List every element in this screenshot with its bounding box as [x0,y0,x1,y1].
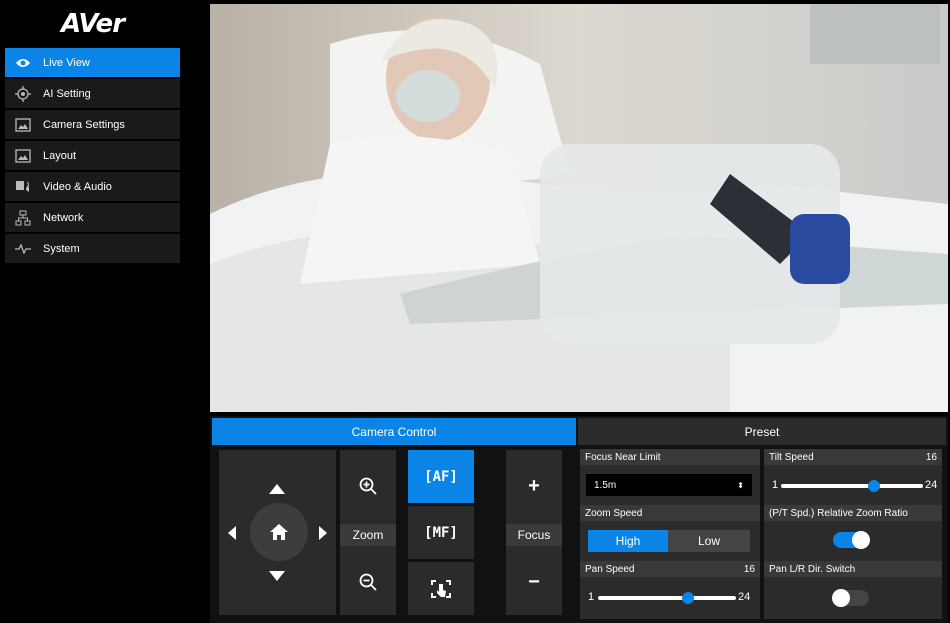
sidebar-item-camera-settings[interactable]: Camera Settings [5,110,180,139]
pan-speed-slider[interactable] [598,596,736,600]
focus-near-limit-label: Focus Near Limit [585,451,661,463]
mf-icon: [MF] [424,524,458,541]
tab-preset[interactable]: Preset [578,418,946,445]
video-audio-icon [15,179,31,195]
sidebar-item-label: Live View [43,56,90,69]
focus-far-button[interactable]: − [506,562,562,602]
relative-zoom-ratio-toggle[interactable] [833,531,870,549]
sidebar: AVer Live View AI Setting Camera Setting… [5,0,180,623]
toggle-knob [832,589,850,607]
pan-dir-switch-header: Pan L/R Dir. Switch [764,561,942,577]
pan-speed-slider-handle[interactable] [682,592,694,604]
tilt-speed-slider[interactable] [781,484,923,488]
autofocus-button[interactable]: [AF] [408,450,474,503]
focus-label: Focus [506,524,562,546]
toggle-knob [852,531,870,549]
zoom-label: Zoom [340,524,396,546]
sidebar-item-video-audio[interactable]: Video & Audio [5,172,180,201]
tilt-speed-min: 1 [772,479,779,491]
pan-speed-header: Pan Speed 16 [580,561,760,577]
arrow-left-icon [228,526,236,540]
live-video-feed [210,4,948,412]
target-icon [15,85,31,102]
sidebar-item-live-view[interactable]: Live View [5,48,180,77]
zoom-in-icon [359,477,377,495]
tilt-speed-value: 16 [925,451,937,463]
focus-near-limit-header: Focus Near Limit [580,449,760,465]
eye-icon [15,55,31,71]
pan-speed-max: 24 [738,591,751,603]
sidebar-item-label: System [43,242,80,255]
image-icon [15,117,31,133]
tab-camera-control[interactable]: Camera Control [212,418,576,445]
aver-logo: AVer [60,9,125,39]
tilt-speed-max: 24 [925,479,938,491]
focus-near-limit-value: 1.5m [594,479,617,491]
tilt-down-button[interactable] [262,566,292,586]
pulse-icon [15,241,31,257]
pan-speed-min: 1 [588,591,595,603]
relative-zoom-ratio-label: (P/T Spd.) Relative Zoom Ratio [769,507,908,519]
pan-speed-label: Pan Speed [585,563,635,575]
touch-focus-icon [431,579,451,598]
arrow-right-icon [319,526,327,540]
video-frame-image [210,4,948,412]
sidebar-item-layout[interactable]: Layout [5,141,180,170]
tilt-speed-label: Tilt Speed [769,451,814,463]
home-icon [270,524,288,540]
sidebar-item-label: Camera Settings [43,118,125,131]
focus-near-button[interactable]: + [506,466,562,506]
sidebar-item-label: Layout [43,149,77,162]
focus-near-limit-select[interactable]: 1.5m ⬍ [586,474,752,496]
af-label: AF [432,468,450,485]
relative-zoom-ratio-header: (P/T Spd.) Relative Zoom Ratio [764,505,942,521]
tilt-speed-header: Tilt Speed 16 [764,449,942,465]
zoom-speed-label: Zoom Speed [585,507,643,519]
arrow-down-icon [269,571,285,581]
sidebar-item-label: AI Setting [43,87,91,100]
sidebar-item-label: Network [43,211,84,224]
control-panel: Camera Control Preset Zoom [AF] [MF] + F [210,416,948,623]
arrow-up-icon [269,484,285,494]
zoom-out-icon [359,573,377,591]
pan-dir-switch-toggle[interactable] [832,589,869,607]
sidebar-item-label: Video & Audio [43,180,112,193]
select-arrows-icon: ⬍ [737,480,744,490]
pan-right-button[interactable] [313,521,333,545]
zoom-speed-high-button[interactable]: High [588,530,668,552]
home-button[interactable] [250,503,308,561]
mf-label: MF [432,524,450,541]
layout-icon [15,148,31,164]
pan-left-button[interactable] [222,521,242,545]
touch-focus-button[interactable] [408,562,474,615]
zoom-speed-header: Zoom Speed [580,505,760,521]
sidebar-item-network[interactable]: Network [5,203,180,232]
sidebar-item-system[interactable]: System [5,234,180,263]
zoom-speed-low-button[interactable]: Low [668,530,750,552]
zoom-in-button[interactable] [340,466,396,506]
network-icon [15,210,31,226]
zoom-out-button[interactable] [340,562,396,602]
tilt-speed-slider-handle[interactable] [867,480,880,492]
tilt-up-button[interactable] [262,479,292,499]
af-icon: [AF] [424,468,458,485]
pan-dir-switch-label: Pan L/R Dir. Switch [769,563,856,575]
sidebar-item-ai-setting[interactable]: AI Setting [5,79,180,108]
manual-focus-button[interactable]: [MF] [408,506,474,559]
pan-speed-value: 16 [743,563,755,575]
